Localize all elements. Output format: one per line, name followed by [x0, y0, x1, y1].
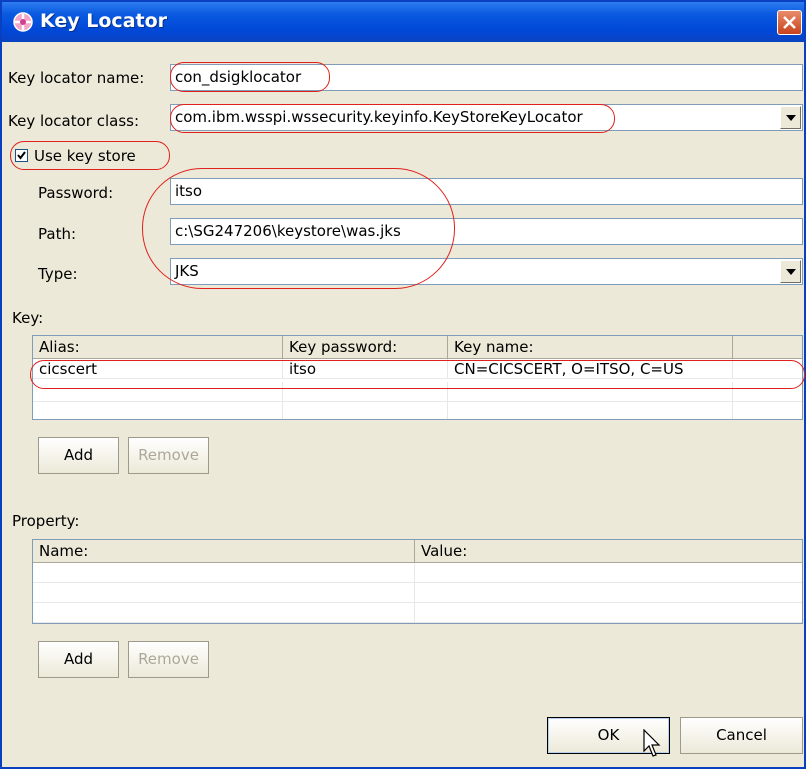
key-table: Alias: Key password: Key name: cicscert …: [32, 335, 803, 420]
password-label: Password:: [38, 184, 114, 202]
key-locator-icon: [13, 12, 33, 32]
table-row: [33, 603, 802, 623]
cell-key-password: itso: [283, 359, 448, 379]
title-bar[interactable]: Key Locator: [2, 2, 804, 42]
empty-cell: [448, 402, 733, 419]
close-button[interactable]: [777, 10, 802, 35]
cancel-button[interactable]: Cancel: [680, 717, 803, 754]
cell-alias: cicscert: [33, 359, 283, 379]
window-title: Key Locator: [40, 10, 168, 32]
empty-cell: [33, 402, 283, 419]
property-section-label: Property:: [12, 512, 80, 530]
empty-cell: [33, 563, 415, 583]
path-label: Path:: [38, 225, 77, 243]
table-row: [33, 563, 802, 583]
chevron-down-icon: [786, 269, 796, 275]
table-row: [33, 402, 802, 419]
type-label: Type:: [38, 265, 78, 283]
key-remove-button[interactable]: Remove: [128, 437, 209, 474]
column-header-alias[interactable]: Alias:: [33, 336, 283, 358]
close-icon: [783, 16, 796, 29]
type-value: JKS: [175, 262, 199, 280]
use-key-store-label: Use key store: [34, 147, 136, 165]
key-locator-class-value: com.ibm.wsspi.wssecurity.keyinfo.KeyStor…: [175, 108, 583, 126]
property-remove-button[interactable]: Remove: [128, 641, 209, 678]
column-header-key-name[interactable]: Key name:: [448, 336, 733, 358]
column-header-empty: [733, 336, 802, 358]
type-select[interactable]: JKS: [170, 258, 803, 285]
property-table-header: Name: Value:: [33, 540, 802, 563]
empty-cell: [283, 382, 448, 402]
checkmark-icon: [17, 151, 26, 160]
cell-key-name: CN=CICSCERT, O=ITSO, C=US: [448, 359, 733, 379]
empty-cell: [33, 382, 283, 402]
empty-cell: [33, 583, 415, 603]
use-key-store-checkbox[interactable]: [15, 149, 28, 162]
empty-cell: [283, 402, 448, 419]
chevron-down-icon: [786, 115, 796, 121]
type-dropdown-button[interactable]: [780, 260, 801, 283]
mouse-pointer-icon: [643, 729, 661, 757]
column-header-value[interactable]: Value:: [415, 540, 802, 562]
table-row: [33, 382, 802, 402]
path-input[interactable]: c:\SG247206\keystore\was.jks: [170, 218, 803, 245]
table-row: [33, 583, 802, 603]
key-locator-name-input[interactable]: con_dsigklocator: [170, 64, 803, 91]
key-locator-dialog: Key Locator Key locator name: con_dsigkl…: [0, 0, 806, 769]
column-header-name[interactable]: Name:: [33, 540, 415, 562]
key-locator-class-dropdown-button[interactable]: [780, 106, 801, 129]
key-locator-class-select[interactable]: com.ibm.wsspi.wssecurity.keyinfo.KeyStor…: [170, 104, 803, 131]
empty-cell: [33, 603, 415, 623]
key-add-button[interactable]: Add: [38, 437, 119, 474]
key-locator-name-label: Key locator name:: [8, 69, 145, 87]
password-input[interactable]: itso: [170, 178, 803, 205]
empty-cell: [448, 382, 733, 402]
key-table-header: Alias: Key password: Key name:: [33, 336, 802, 359]
table-row[interactable]: cicscert itso CN=CICSCERT, O=ITSO, C=US: [33, 359, 802, 379]
property-add-button[interactable]: Add: [38, 641, 119, 678]
property-table: Name: Value:: [32, 539, 803, 624]
column-header-key-password[interactable]: Key password:: [283, 336, 448, 358]
key-locator-class-label: Key locator class:: [8, 112, 140, 130]
key-section-label: Key:: [12, 309, 44, 327]
